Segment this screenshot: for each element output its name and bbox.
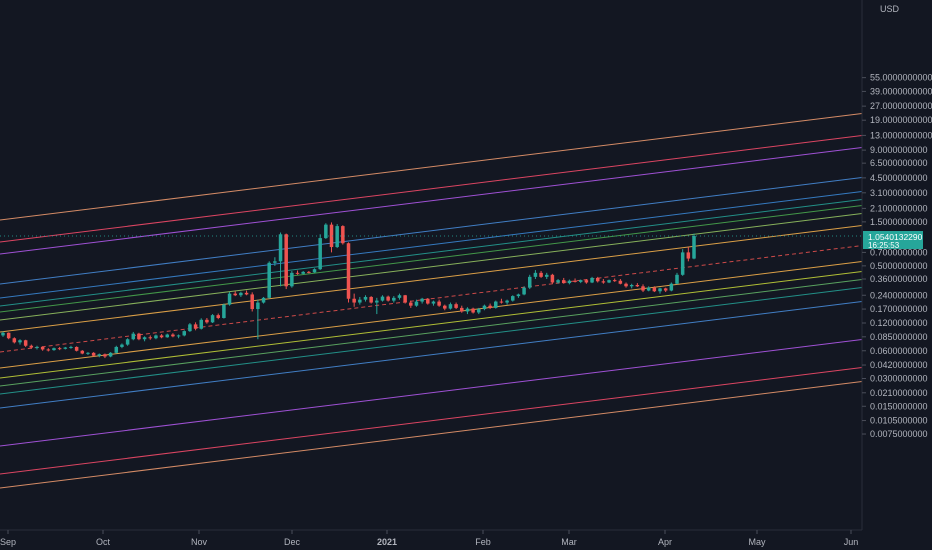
- y-tick-label: 2.1000000000: [870, 203, 928, 213]
- candle-countdown: 16:25:53: [868, 241, 900, 250]
- y-tick-label: 9.0000000000: [870, 145, 928, 155]
- candle: [284, 233, 288, 290]
- candle: [494, 300, 498, 309]
- chart-canvas[interactable]: USD 55.0000000000 39.0000000000 27.0000000…: [0, 0, 932, 550]
- y-tick-label: 0.5000000000: [870, 261, 928, 271]
- candle: [290, 270, 294, 288]
- price-chart[interactable]: USD 55.0000000000 39.0000000000 27.0000000…: [0, 0, 932, 550]
- y-tick-label: 0.0150000000: [870, 401, 928, 411]
- candle: [324, 223, 328, 239]
- y-tick-label: 4.5000000000: [870, 173, 928, 183]
- y-tick-label: 0.0600000000: [870, 346, 928, 356]
- candle: [527, 274, 532, 290]
- y-tick-label: 0.3600000000: [870, 274, 928, 284]
- candle: [222, 303, 226, 319]
- y-tick-label: 19.0000000000: [870, 115, 932, 125]
- candle: [346, 242, 351, 303]
- candle: [318, 234, 322, 271]
- x-tick-label: 2021: [377, 537, 397, 547]
- x-tick-label: Sep: [0, 537, 16, 547]
- chart-background: [0, 0, 932, 550]
- y-tick-label: 0.1200000000: [870, 318, 928, 328]
- x-tick-label: Dec: [284, 537, 301, 547]
- y-tick-label: 0.1700000000: [870, 304, 928, 314]
- candle: [210, 314, 215, 324]
- x-tick-label: Jun: [844, 537, 859, 547]
- y-tick-label: 27.0000000000: [870, 101, 932, 111]
- x-tick-label: Feb: [475, 537, 491, 547]
- y-tick-label: 6.5000000000: [870, 158, 928, 168]
- y-tick-label: 3.1000000000: [870, 188, 928, 198]
- candle: [669, 282, 674, 292]
- candle: [74, 346, 79, 352]
- y-tick-label: 0.0850000000: [870, 332, 928, 342]
- candle: [250, 292, 254, 312]
- candle: [267, 261, 271, 299]
- y-tick-label: 39.0000000000: [870, 86, 932, 96]
- candle: [680, 249, 685, 276]
- candle: [341, 225, 345, 245]
- y-tick-label: 0.0075000000: [870, 429, 928, 439]
- candle: [227, 292, 232, 306]
- y-tick-label: 0.0420000000: [870, 360, 928, 370]
- x-tick-label: May: [748, 537, 766, 547]
- y-tick-label: 1.5000000000: [870, 217, 928, 227]
- y-tick-label: 0.0210000000: [870, 388, 928, 398]
- candle: [335, 224, 339, 249]
- y-tick-label: 0.0105000000: [870, 416, 928, 426]
- last-price-tag: 1.0540132290 16:25:53: [863, 231, 923, 250]
- candle: [137, 332, 141, 341]
- currency-label: USD: [880, 4, 900, 14]
- candle: [692, 233, 696, 260]
- x-tick-label: Oct: [96, 537, 111, 547]
- y-tick-label: 55.0000000000: [870, 73, 932, 83]
- candle: [403, 294, 407, 304]
- y-tick-label: 0.0300000000: [870, 374, 928, 384]
- x-tick-label: Apr: [658, 537, 672, 547]
- y-tick-label: 0.2400000000: [870, 290, 928, 300]
- candle: [199, 318, 203, 330]
- y-tick-label: 13.0000000000: [870, 130, 932, 140]
- x-tick-label: Nov: [191, 537, 208, 547]
- candle: [369, 296, 373, 304]
- candle: [6, 332, 11, 340]
- candle: [550, 273, 555, 284]
- x-tick-label: Mar: [561, 537, 577, 547]
